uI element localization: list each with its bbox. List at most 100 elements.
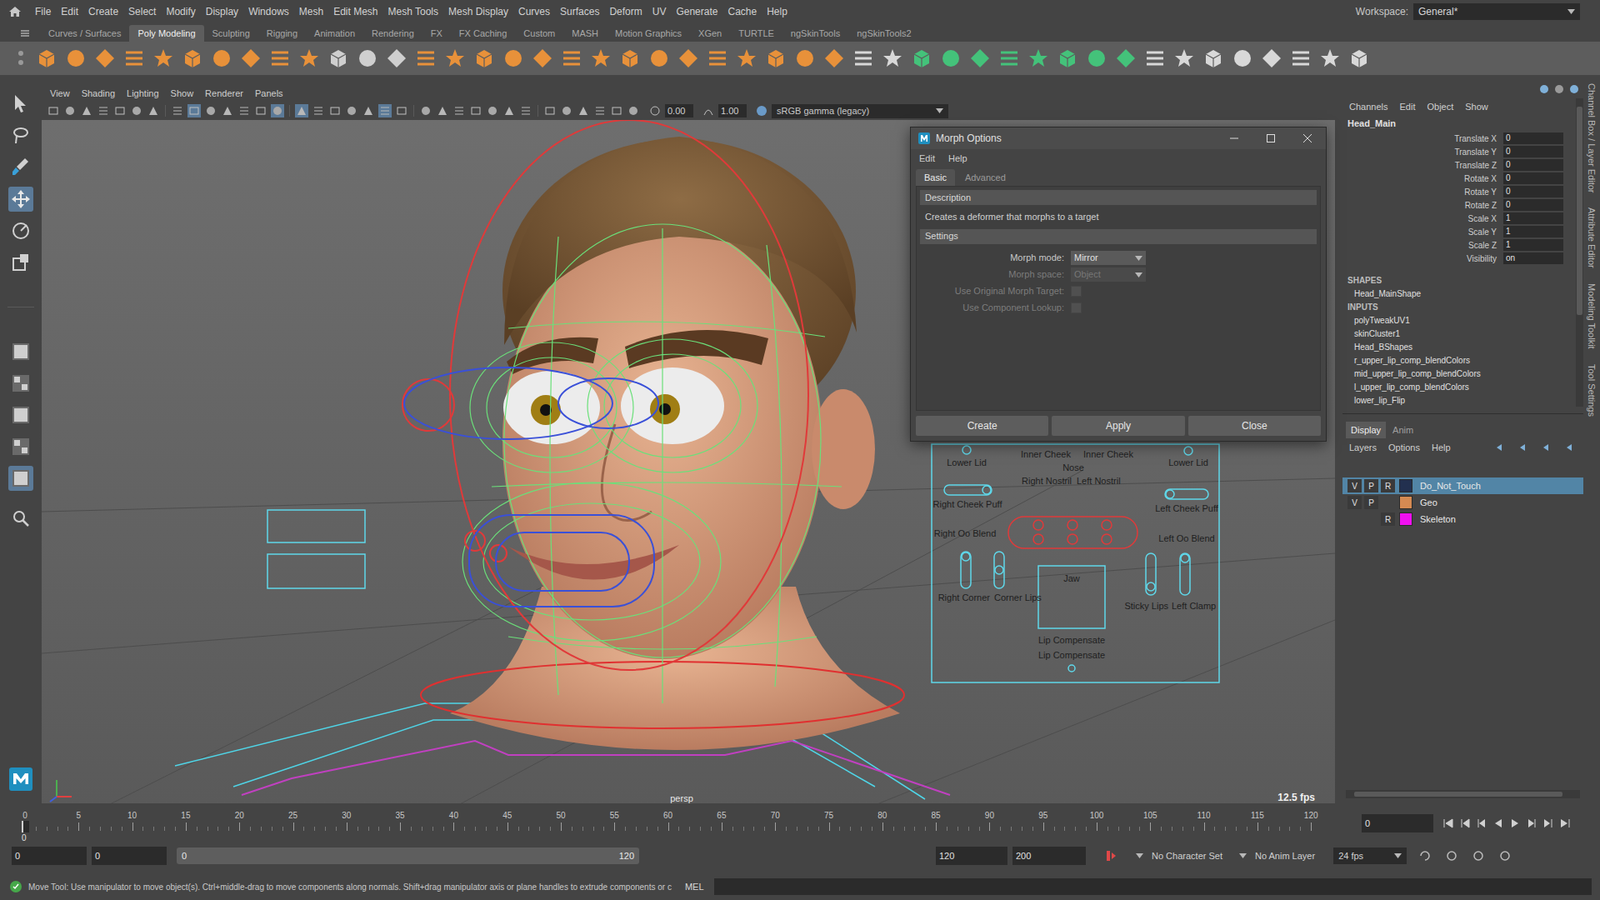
menu-item[interactable]: Display	[200, 4, 244, 20]
scrollbar-thumb[interactable]	[1354, 791, 1563, 797]
attribute-name[interactable]: Translate Y	[1342, 145, 1504, 159]
layer-editor-tab[interactable]: Anim	[1387, 421, 1419, 439]
scale-tool-icon[interactable]	[8, 250, 34, 275]
layout-icon[interactable]	[8, 339, 34, 365]
viewport-tool-icon[interactable]	[80, 104, 94, 118]
shelf-tool-icon[interactable]	[238, 45, 264, 71]
viewport-tool-icon[interactable]	[170, 104, 185, 118]
viewport-tool-icon[interactable]	[130, 104, 144, 118]
attribute-value[interactable]: 1	[1503, 212, 1564, 225]
shelf-tab[interactable]: Animation	[305, 25, 364, 42]
picker-label[interactable]: Right Corner	[938, 592, 990, 604]
input-item[interactable]: polyTweakUV1	[1342, 313, 1576, 327]
viewport-tool-icon[interactable]	[435, 104, 450, 118]
shelf-tool-icon[interactable]	[1346, 45, 1372, 71]
attribute-name[interactable]: Translate Z	[1342, 159, 1504, 172]
picker-label[interactable]: Corner Lips	[994, 592, 1042, 604]
menu-item[interactable]: Modify	[160, 4, 200, 20]
layer-color-swatch[interactable]	[1399, 495, 1413, 510]
dialog-button[interactable]: Close	[1188, 415, 1321, 436]
viewport-tool-icon[interactable]	[452, 104, 466, 118]
viewport-tool-icon[interactable]	[543, 104, 557, 118]
input-item[interactable]: Head_BShapes	[1342, 340, 1576, 354]
workspace-dropdown[interactable]: General*	[1413, 3, 1580, 20]
shelf-tab[interactable]: Rigging	[258, 25, 306, 42]
shelf-tool-icon[interactable]	[1288, 45, 1314, 71]
input-item[interactable]: l_upper_lip_comp_blendColors	[1342, 380, 1576, 394]
maya-logo-icon[interactable]	[8, 766, 34, 792]
shelf-tool-icon[interactable]	[267, 45, 293, 71]
layout-icon[interactable]	[8, 370, 34, 396]
layer-toggle[interactable]	[1364, 512, 1379, 526]
picker-label[interactable]: Left Clamp	[1171, 600, 1216, 612]
range-field[interactable]: 120	[935, 846, 1008, 865]
shelf-tool-icon[interactable]	[530, 45, 555, 71]
section-header[interactable]: Settings	[920, 229, 1317, 245]
layer-toggle[interactable]: V	[1347, 479, 1362, 493]
shelf-tool-icon[interactable]	[1200, 45, 1226, 71]
viewport-menu-item[interactable]: Shading	[81, 86, 115, 101]
panel-option-icon[interactable]	[1553, 83, 1565, 95]
menu-item[interactable]: Edit Mesh	[328, 4, 383, 20]
shelf-tab[interactable]: FX	[422, 25, 451, 42]
menu-item[interactable]: Create	[83, 4, 124, 20]
picker-label[interactable]: Lower Lid	[1168, 457, 1209, 469]
viewport-tool-icon[interactable]	[361, 104, 375, 118]
exposure-icon[interactable]	[648, 104, 662, 118]
auto-key-icon[interactable]	[1102, 847, 1120, 865]
layer-toggle[interactable]: V	[1347, 495, 1362, 510]
section-header[interactable]: Description	[920, 190, 1317, 205]
dropdown[interactable]: Mirror	[1070, 250, 1146, 265]
shelf-tool-icon[interactable]	[384, 45, 410, 71]
viewport-tool-icon[interactable]	[395, 104, 409, 118]
layer-action-icon[interactable]	[1495, 441, 1507, 454]
layer-toggle[interactable]: P	[1364, 495, 1379, 510]
layer-color-swatch[interactable]	[1399, 479, 1413, 493]
shelf-tool-icon[interactable]	[63, 45, 89, 71]
exposure-field[interactable]: 0.00	[665, 104, 694, 119]
shelf-tool-icon[interactable]	[1084, 45, 1110, 71]
go-to-end-icon[interactable]	[1558, 816, 1572, 830]
viewport-tool-icon[interactable]	[237, 104, 251, 118]
shelf-tool-icon[interactable]	[938, 45, 964, 71]
layer-row[interactable]: VP Geo	[1342, 494, 1584, 511]
viewport-tool-icon[interactable]	[502, 104, 516, 118]
shelf-tool-icon[interactable]	[675, 45, 701, 71]
rotate-tool-icon[interactable]	[8, 218, 34, 244]
shelf-tab[interactable]: FX Caching	[450, 25, 515, 42]
viewport-tool-icon[interactable]	[469, 104, 483, 118]
shelf-tool-icon[interactable]	[588, 45, 614, 71]
range-field[interactable]: 0	[11, 846, 87, 865]
paint-brush-icon[interactable]	[8, 155, 34, 180]
attribute-value[interactable]: 0	[1503, 159, 1564, 171]
viewport-tool-icon[interactable]	[46, 104, 60, 118]
shelf-tab[interactable]: Sculpting	[204, 25, 259, 42]
layout-icon[interactable]	[8, 465, 34, 491]
menu-item[interactable]: Deform	[604, 4, 647, 20]
viewport-tool-icon[interactable]	[419, 104, 433, 118]
viewport-tool-icon[interactable]	[63, 104, 77, 118]
menu-item[interactable]: File	[30, 4, 56, 20]
picker-label[interactable]: Right Oo Blend	[934, 528, 997, 540]
picker-label[interactable]: Left Oo Blend	[1158, 533, 1215, 545]
viewport-tool-icon[interactable]	[311, 104, 325, 118]
attribute-name[interactable]: Rotate Y	[1342, 185, 1504, 199]
layer-name[interactable]: Geo	[1420, 495, 1438, 510]
viewport-tool-icon[interactable]	[485, 104, 500, 118]
shelf-tool-icon[interactable]	[500, 45, 526, 71]
color-management-icon[interactable]	[755, 104, 769, 118]
scrollbar[interactable]	[1575, 98, 1584, 407]
attribute-value[interactable]: 0	[1503, 145, 1564, 158]
shelf-tool-icon[interactable]	[1025, 45, 1051, 71]
shelf-tool-icon[interactable]	[734, 45, 760, 71]
step-forward-icon[interactable]	[1525, 816, 1539, 830]
attribute-name[interactable]: Rotate Z	[1342, 199, 1504, 212]
picker-label[interactable]: Inner Cheek	[1083, 449, 1134, 460]
search-icon[interactable]	[8, 505, 34, 531]
picker-label[interactable]: Left Nostril	[1076, 475, 1121, 487]
panel-option-icon[interactable]	[1538, 83, 1550, 95]
input-item[interactable]: lower_lip_Flip	[1342, 393, 1576, 407]
shelf-tab[interactable]: TURTLE	[730, 25, 783, 42]
shelf-tool-icon[interactable]	[850, 45, 876, 71]
menu-item[interactable]: Edit	[55, 4, 84, 20]
